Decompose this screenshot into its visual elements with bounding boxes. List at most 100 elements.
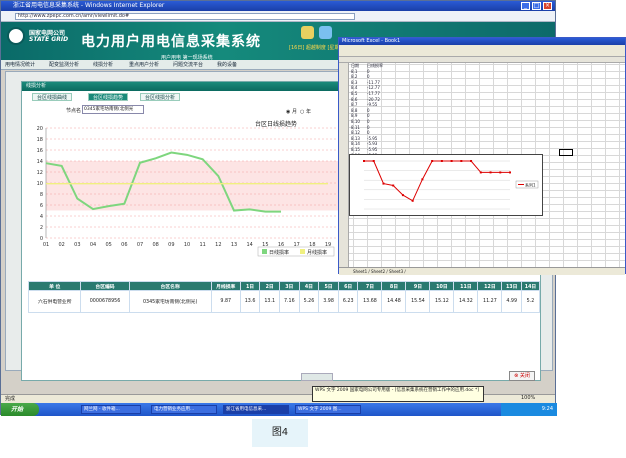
excel-cell[interactable]: -12.77 bbox=[367, 85, 380, 90]
x-tick-label: 06 bbox=[121, 242, 127, 248]
excel-window: Microsoft Excel - Book1 日期 日线损率 8.1 0 8.2 0 8.… bbox=[338, 37, 626, 275]
minimize-button[interactable]: _ bbox=[521, 2, 530, 10]
menu-item[interactable]: 配变监测分析 bbox=[49, 61, 79, 69]
column-header: 9日 bbox=[405, 281, 431, 291]
excel-cell[interactable]: -20.72 bbox=[367, 97, 380, 102]
column-header: 月线损率 bbox=[210, 281, 241, 291]
excel-cell[interactable]: 8.4 bbox=[351, 85, 357, 90]
start-button[interactable]: 开始 bbox=[1, 403, 39, 416]
excel-point bbox=[499, 171, 502, 174]
table-cell: 5.2 bbox=[521, 290, 540, 313]
column-header: 11日 bbox=[453, 281, 479, 291]
station-input[interactable]: 0345家宅坊南侧(北侧光 bbox=[82, 105, 144, 114]
excel-selected-cell[interactable] bbox=[559, 149, 573, 156]
close-window-button[interactable]: × bbox=[543, 2, 552, 10]
table-cell: 3.98 bbox=[318, 290, 339, 313]
excel-cell[interactable]: 0 bbox=[367, 119, 370, 124]
excel-cell[interactable]: -5.95 bbox=[367, 136, 377, 141]
zoom-level[interactable]: 100% bbox=[521, 394, 535, 403]
close-label: 关闭 bbox=[519, 373, 530, 379]
close-button[interactable]: ⊗ 关闭 bbox=[509, 371, 535, 381]
radio-year[interactable]: ○ 年 bbox=[300, 108, 311, 115]
home-icon[interactable] bbox=[301, 26, 314, 39]
tab-curve[interactable]: 台区线损曲线 bbox=[32, 93, 73, 101]
excel-series-line bbox=[364, 160, 510, 202]
maximize-button[interactable]: □ bbox=[532, 2, 541, 10]
task-button[interactable]: WPS 文字 2009 图... bbox=[295, 405, 361, 414]
y-tick-label: 6 bbox=[40, 203, 43, 209]
excel-cell[interactable]: 0 bbox=[367, 130, 370, 135]
excel-point bbox=[470, 160, 473, 162]
excel-cell[interactable]: 0 bbox=[367, 74, 370, 79]
table-cell: 15.12 bbox=[429, 290, 455, 313]
menu-item[interactable]: 问题交流平台 bbox=[173, 61, 203, 69]
x-tick-label: 11 bbox=[199, 242, 205, 248]
system-title: 电力用户用电信息采集系统 bbox=[81, 34, 261, 50]
address-input[interactable]: http://www.zpepc.com.cn/amr/viewlimit.do… bbox=[15, 13, 355, 20]
task-button[interactable]: 电力营销业务应用... bbox=[151, 405, 217, 414]
clock: 9:24 bbox=[541, 406, 553, 412]
column-header: 1日 bbox=[239, 281, 261, 291]
excel-point bbox=[382, 182, 385, 185]
excel-point bbox=[431, 160, 434, 162]
x-tick-label: 12 bbox=[215, 242, 221, 248]
excel-cell[interactable]: -17.77 bbox=[367, 91, 380, 96]
table-cell: 六石供电营业所 bbox=[27, 290, 82, 313]
scroll-handle[interactable] bbox=[301, 373, 333, 381]
address-bar: http://www.zpepc.com.cn/amr/viewlimit.do… bbox=[1, 11, 555, 22]
menu-item[interactable]: 用电情况统计 bbox=[5, 61, 35, 69]
excel-cell[interactable]: 8.2 bbox=[351, 74, 357, 79]
taskbar: 开始 网兰网 - 收件箱... 电力营销业务应用... 浙江省用电信息采... … bbox=[1, 403, 557, 416]
excel-cell[interactable]: 8.3 bbox=[351, 80, 357, 85]
excel-cell[interactable]: 8.7 bbox=[351, 102, 357, 107]
excel-cell[interactable]: -9.55 bbox=[367, 102, 377, 107]
excel-cell[interactable]: 0 bbox=[367, 125, 370, 130]
menu-item[interactable]: 重点用户分析 bbox=[129, 61, 159, 69]
menu-item[interactable]: 我的设备 bbox=[217, 61, 237, 69]
table-cell: 14.48 bbox=[381, 290, 407, 313]
refresh-icon[interactable] bbox=[319, 26, 332, 39]
excel-cell[interactable]: 8.14 bbox=[351, 141, 360, 146]
radio-month[interactable]: ◉ 月 bbox=[286, 108, 297, 115]
y-tick-label: 16 bbox=[37, 148, 43, 154]
excel-chart[interactable]: 系列1 bbox=[349, 154, 543, 216]
excel-cell[interactable]: 8.1 bbox=[351, 69, 357, 74]
excel-cell[interactable]: 8.9 bbox=[351, 113, 357, 118]
excel-cell[interactable]: 8.6 bbox=[351, 97, 357, 102]
excel-cell[interactable]: 8.11 bbox=[351, 125, 360, 130]
excel-point bbox=[372, 160, 375, 162]
excel-cell[interactable]: 8.12 bbox=[351, 130, 360, 135]
radio-year-label: 年 bbox=[305, 109, 311, 115]
column-header: 台区编码 bbox=[80, 281, 130, 291]
task-button[interactable]: 浙江省用电信息采... bbox=[223, 405, 289, 414]
excel-cell[interactable]: 8.13 bbox=[351, 136, 360, 141]
menu-item[interactable]: 线损分析 bbox=[93, 61, 113, 69]
tab-trend[interactable]: 台区线损趋势 bbox=[88, 93, 129, 101]
excel-sheet-tabs[interactable]: Sheet1 / Sheet2 / Sheet3 / bbox=[339, 267, 625, 275]
table-cell: 5.26 bbox=[298, 290, 320, 313]
column-header: 5日 bbox=[318, 281, 339, 291]
excel-cells: 日期 日线损率 8.1 0 8.2 0 8.3 -11.77 8.4 -12.77 8.5 -17.7… bbox=[339, 63, 625, 158]
excel-cell[interactable]: 0 bbox=[367, 108, 370, 113]
y-tick-label: 4 bbox=[40, 214, 43, 220]
excel-cell[interactable]: 0 bbox=[367, 113, 370, 118]
excel-cell[interactable]: 8.5 bbox=[351, 91, 357, 96]
excel-cell[interactable]: -11.77 bbox=[367, 80, 380, 85]
chart-legend: 日线损率 月线损率 bbox=[257, 246, 335, 257]
excel-cell[interactable]: -5.93 bbox=[367, 141, 377, 146]
tooltip: WPS 文字 2009 国家电网公司专用版 - [信息采集系统在营销工作中的应用… bbox=[312, 386, 484, 402]
excel-cell[interactable]: 8.8 bbox=[351, 108, 357, 113]
excel-point bbox=[440, 160, 443, 162]
table-cell: 15.54 bbox=[405, 290, 431, 313]
x-tick-label: 07 bbox=[137, 242, 143, 248]
excel-cell[interactable]: 0 bbox=[367, 69, 370, 74]
excel-point bbox=[479, 171, 482, 174]
column-header: 12日 bbox=[477, 281, 503, 291]
excel-cell[interactable]: 8.15 bbox=[351, 147, 360, 152]
system-tray: 9:24 bbox=[501, 403, 557, 416]
table-cell: 11.27 bbox=[477, 290, 503, 313]
excel-cell[interactable]: 8.10 bbox=[351, 119, 360, 124]
task-button[interactable]: 网兰网 - 收件箱... bbox=[81, 405, 141, 414]
excel-cell[interactable]: -5.95 bbox=[367, 147, 377, 152]
tab-analysis[interactable]: 台区线损分析 bbox=[140, 93, 181, 101]
